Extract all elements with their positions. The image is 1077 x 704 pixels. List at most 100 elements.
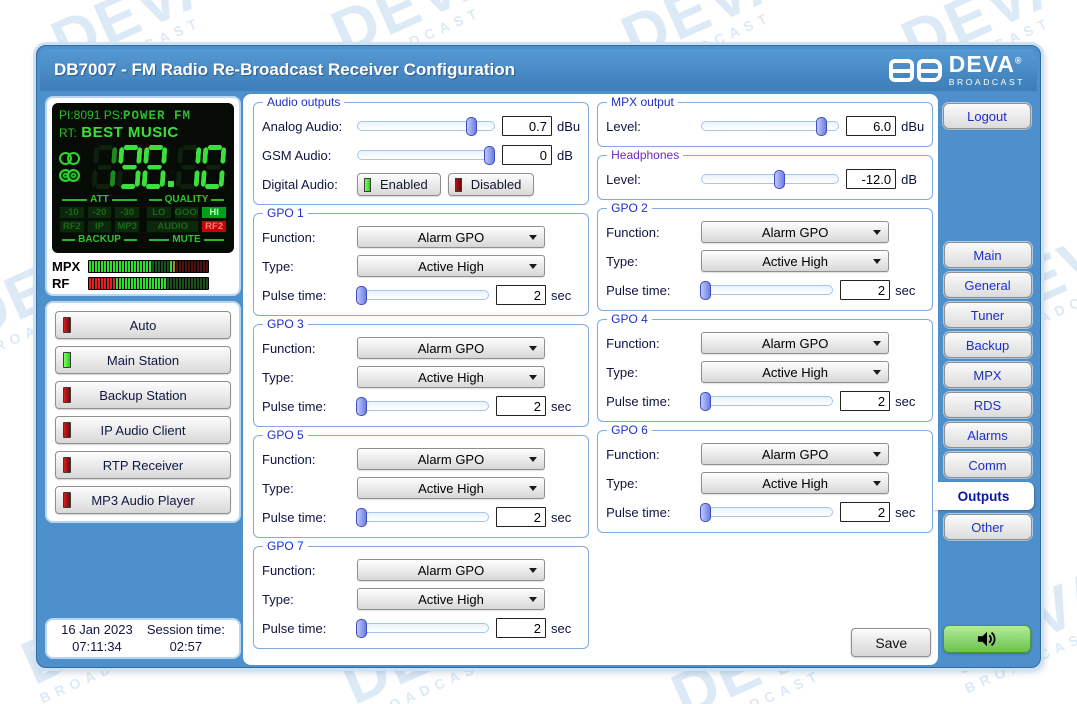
save-button[interactable]: Save (851, 628, 931, 657)
gpo-7-legend: GPO 7 (263, 539, 308, 553)
headphones-level-value[interactable] (846, 169, 896, 189)
gpo-3-function-row: Function:Alarm GPO (262, 335, 580, 361)
tab-backup[interactable]: Backup (944, 332, 1032, 358)
chevron-down-icon (873, 370, 881, 375)
gpo-5-type-select[interactable]: Active High (357, 477, 545, 499)
mpx-level-value[interactable] (846, 116, 896, 136)
gpo-2-pulse-time-row: Pulse time:sec (606, 277, 924, 303)
source-button-auto[interactable]: Auto (55, 311, 231, 339)
digital-audio-enabled-button[interactable]: Enabled (357, 173, 441, 196)
meter-label: RF (52, 276, 88, 291)
gpo-1-pulse-value[interactable] (496, 285, 546, 305)
indicator-audio: AUDIO (146, 220, 199, 233)
mpx-level-slider-thumb[interactable] (816, 117, 827, 136)
digital-audio-disabled-button[interactable]: Disabled (448, 173, 535, 196)
headphones-level-slider[interactable] (701, 174, 839, 184)
gpo-3-function-select[interactable]: Alarm GPO (357, 337, 545, 359)
gpo-6-pulse-slider-thumb[interactable] (700, 503, 711, 522)
lcd-indicator-grid: ATT-10-20-30RF2IPMP3BACKUPQUALITYLOGOODH… (59, 194, 227, 245)
source-button-rtp-receiver[interactable]: RTP Receiver (55, 451, 231, 479)
gpo-2-pulse-slider-thumb[interactable] (700, 281, 711, 300)
gpo-2-legend: GPO 2 (607, 201, 652, 215)
gpo-5-function-select[interactable]: Alarm GPO (357, 448, 545, 470)
analog-audio-slider-thumb[interactable] (466, 117, 477, 136)
gpo-7-pulse-value[interactable] (496, 618, 546, 638)
mpx-level-slider[interactable] (701, 121, 839, 131)
digital-audio-label: Digital Audio: (262, 177, 357, 192)
gpo-7-pulse-slider[interactable] (357, 623, 489, 633)
analog-audio-value[interactable] (502, 116, 552, 136)
gpo-4-function-select[interactable]: Alarm GPO (701, 332, 889, 354)
tab-tuner[interactable]: Tuner (944, 302, 1032, 328)
select-value: Active High (762, 365, 828, 380)
gpo-1-pulse-slider[interactable] (357, 290, 489, 300)
tab-comm[interactable]: Comm (944, 452, 1032, 478)
sidebar-nav: MainGeneralTunerBackupMPXRDSAlarmsCommOu… (940, 242, 1035, 544)
gpo-4-pulse-slider[interactable] (701, 396, 833, 406)
gpo-1-pulse-slider-thumb[interactable] (356, 286, 367, 305)
tab-outputs[interactable]: Outputs (933, 482, 1034, 510)
gpo-2-pulse-slider[interactable] (701, 285, 833, 295)
gpo-3-pulse-slider[interactable] (357, 401, 489, 411)
gpo-5-pulse-slider[interactable] (357, 512, 489, 522)
headphones-level-slider-thumb[interactable] (774, 170, 785, 189)
gpo-6-pulse-unit: sec (895, 505, 915, 520)
speaker-button[interactable] (943, 625, 1031, 653)
chevron-down-icon (873, 259, 881, 264)
gpo-6-type-select[interactable]: Active High (701, 472, 889, 494)
source-button-ip-audio-client[interactable]: IP Audio Client (55, 416, 231, 444)
gpo-2-type-row: Type:Active High (606, 248, 924, 274)
gpo-5-type-row: Type:Active High (262, 475, 580, 501)
gpo-3-pulse-value[interactable] (496, 396, 546, 416)
gpo-2-pulse-value[interactable] (840, 280, 890, 300)
gsm-audio-slider[interactable] (357, 150, 495, 160)
gpo-6-pulse-value[interactable] (840, 502, 890, 522)
gpo-7-pulse-slider-thumb[interactable] (356, 619, 367, 638)
gpo-5-pulse-value[interactable] (496, 507, 546, 527)
header-bar: DB7007 - FM Radio Re-Broadcast Receiver … (40, 49, 1037, 91)
source-button-main-station[interactable]: Main Station (55, 346, 231, 374)
tab-main[interactable]: Main (944, 242, 1032, 268)
gpo-7-section: GPO 7Function:Alarm GPOType:Active HighP… (253, 546, 589, 649)
tab-alarms[interactable]: Alarms (944, 422, 1032, 448)
gpo-7-function-label: Function: (262, 563, 357, 578)
tab-other[interactable]: Other (944, 514, 1032, 540)
gpo-4-type-label: Type: (606, 365, 701, 380)
gpo-1-legend: GPO 1 (263, 206, 308, 220)
gpo-2-function-select[interactable]: Alarm GPO (701, 221, 889, 243)
gpo-7-function-select[interactable]: Alarm GPO (357, 559, 545, 581)
logout-button[interactable]: Logout (943, 103, 1031, 129)
indicator-row: RF2IPMP3 (59, 220, 140, 233)
gpo-6-function-select[interactable]: Alarm GPO (701, 443, 889, 465)
date-text: 16 Jan 2023 (61, 622, 133, 639)
chevron-down-icon (529, 457, 537, 462)
gpo-6-type-label: Type: (606, 476, 701, 491)
logo-broadcast-word: BROADCAST (949, 78, 1025, 87)
chevron-down-icon (529, 597, 537, 602)
source-button-mp3-audio-player[interactable]: MP3 Audio Player (55, 486, 231, 514)
gpo-3-type-select[interactable]: Active High (357, 366, 545, 388)
tab-mpx[interactable]: MPX (944, 362, 1032, 388)
gsm-audio-slider-thumb[interactable] (484, 146, 495, 165)
gpo-1-function-select[interactable]: Alarm GPO (357, 226, 545, 248)
gpo-4-type-select[interactable]: Active High (701, 361, 889, 383)
gpo-4-pulse-value[interactable] (840, 391, 890, 411)
gpo-6-type-row: Type:Active High (606, 470, 924, 496)
frequency-row (59, 143, 227, 191)
analog-audio-slider[interactable] (357, 121, 495, 131)
indicator-mp3: MP3 (114, 220, 140, 233)
gpo-2-type-select[interactable]: Active High (701, 250, 889, 272)
tab-rds[interactable]: RDS (944, 392, 1032, 418)
gpo-6-pulse-slider[interactable] (701, 507, 833, 517)
gpo-7-type-select[interactable]: Active High (357, 588, 545, 610)
freq-digit-1 (175, 145, 201, 189)
gpo-5-pulse-unit: sec (551, 510, 571, 525)
gpo-1-type-select[interactable]: Active High (357, 255, 545, 277)
gpo-3-pulse-unit: sec (551, 399, 571, 414)
gpo-5-pulse-slider-thumb[interactable] (356, 508, 367, 527)
gpo-4-pulse-slider-thumb[interactable] (700, 392, 711, 411)
source-button-backup-station[interactable]: Backup Station (55, 381, 231, 409)
gpo-3-pulse-slider-thumb[interactable] (356, 397, 367, 416)
tab-general[interactable]: General (944, 272, 1032, 298)
gsm-audio-value[interactable] (502, 145, 552, 165)
